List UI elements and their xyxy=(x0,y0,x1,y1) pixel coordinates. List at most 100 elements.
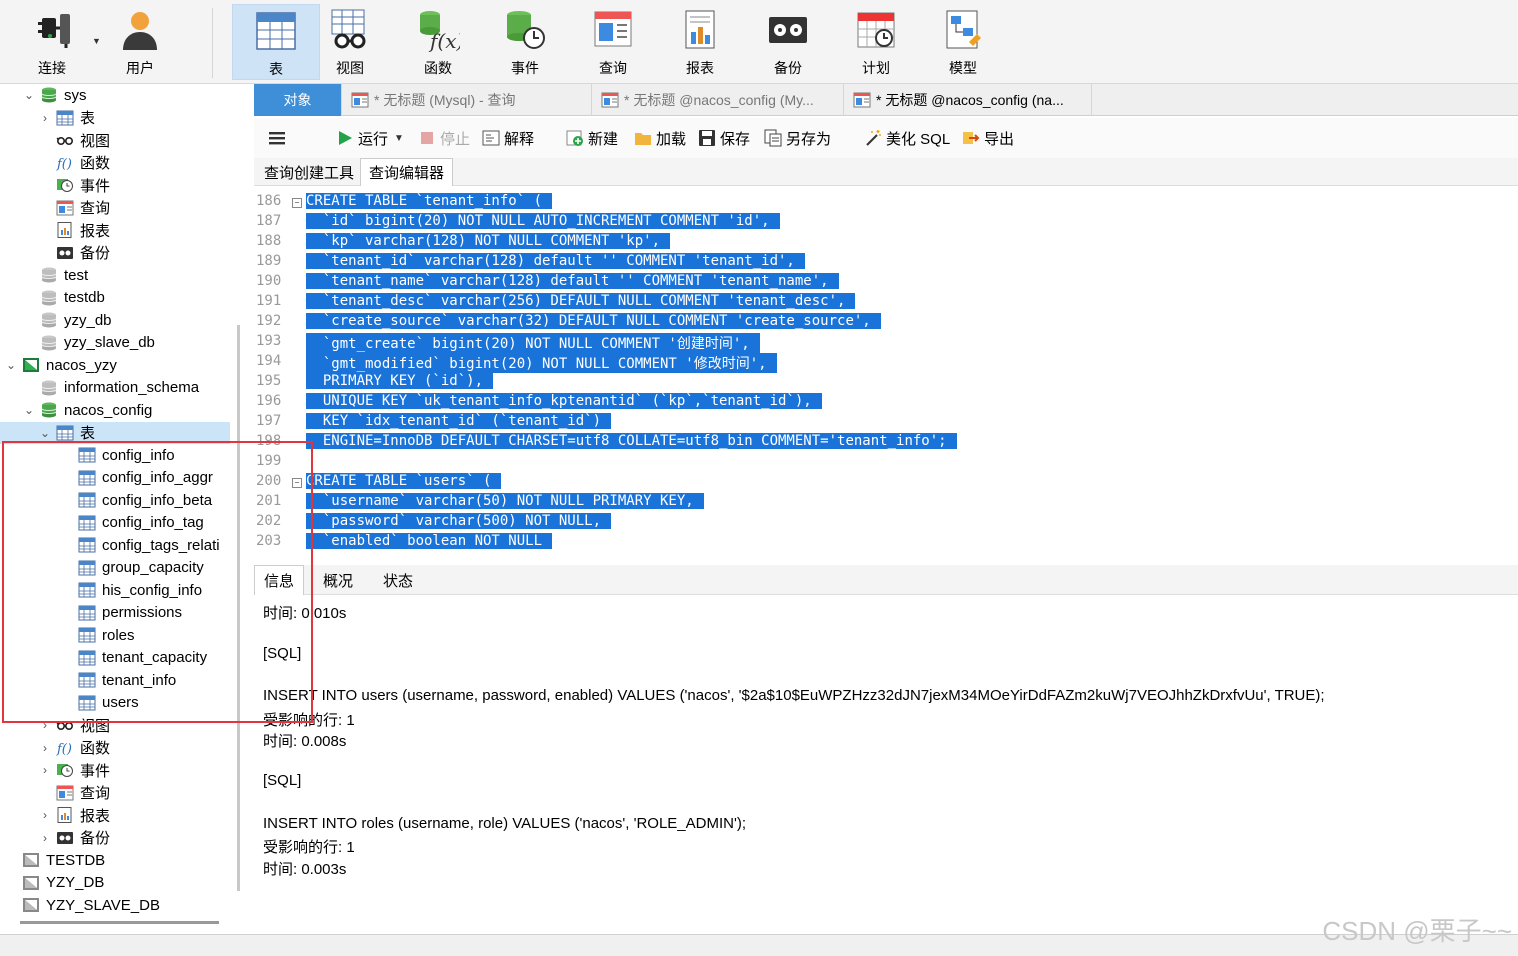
stop-button[interactable]: 停止 xyxy=(418,126,470,150)
code-line[interactable]: 198 ENGINE=InnoDB DEFAULT CHARSET=utf8 C… xyxy=(254,433,1518,453)
chevron-down-icon[interactable]: ⌄ xyxy=(22,88,36,102)
sql-editor[interactable]: 186− CREATE TABLE `tenant_info` (187 `id`… xyxy=(254,190,1518,562)
tree-node[interactable]: › 表 xyxy=(0,107,230,129)
tree-node[interactable]: yzy_db xyxy=(0,309,230,331)
tree-node[interactable]: 备份 xyxy=(0,242,230,264)
tree-node[interactable]: ⌄ sys xyxy=(0,84,230,106)
tree-node[interactable]: TESTDB xyxy=(0,849,230,871)
toolbar-button-0[interactable]: 连接 xyxy=(22,4,82,80)
chevron-down-icon[interactable]: ▼ xyxy=(92,36,101,46)
code-line[interactable]: 197 KEY `idx_tenant_id` (`tenant_id`) xyxy=(254,413,1518,433)
chevron-right-icon[interactable]: › xyxy=(38,808,52,822)
tree-node[interactable]: YZY_DB xyxy=(0,872,230,894)
tree-node[interactable]: 查询 xyxy=(0,197,230,219)
explain-button[interactable]: 解释 xyxy=(482,126,534,150)
code-line[interactable]: 199 xyxy=(254,453,1518,473)
tree-node[interactable]: testdb xyxy=(0,287,230,309)
tree-node[interactable]: config_info_tag xyxy=(0,512,230,534)
tree-node[interactable]: › 备份 xyxy=(0,827,230,849)
tree-node[interactable]: roles xyxy=(0,624,230,646)
tab-status[interactable]: 状态 xyxy=(374,565,422,595)
code-line[interactable]: 186− CREATE TABLE `tenant_info` ( xyxy=(254,193,1518,213)
code-line[interactable]: 187 `id` bigint(20) NOT NULL AUTO_INCREM… xyxy=(254,213,1518,233)
fold-toggle-icon[interactable]: − xyxy=(292,478,302,488)
menu-button[interactable] xyxy=(268,126,290,150)
beautify-sql-button[interactable]: 美化 SQL xyxy=(864,126,950,150)
toolbar-button-9[interactable]: 计划 xyxy=(846,4,906,80)
export-button[interactable]: 导出 xyxy=(962,126,1014,150)
tree-node[interactable]: information_schema xyxy=(0,377,230,399)
tree-node[interactable]: › 视图 xyxy=(0,714,230,736)
chevron-down-icon[interactable]: ⌄ xyxy=(38,426,52,440)
run-button[interactable]: 运行 ▼ xyxy=(336,126,404,150)
toolbar-button-10[interactable]: 模型 xyxy=(933,4,993,80)
code-line[interactable]: 203 `enabled` boolean NOT NULL xyxy=(254,533,1518,553)
chevron-right-icon[interactable]: › xyxy=(38,111,52,125)
tree-node[interactable]: 报表 xyxy=(0,219,230,241)
code-line[interactable]: 191 `tenant_desc` varchar(256) DEFAULT N… xyxy=(254,293,1518,313)
code-line[interactable]: 193 `gmt_create` bigint(20) NOT NULL COM… xyxy=(254,333,1518,353)
tree-node[interactable]: ⌄ 表 xyxy=(0,421,230,444)
tree-node[interactable]: › 报表 xyxy=(0,804,230,826)
chevron-right-icon[interactable]: › xyxy=(38,831,52,845)
chevron-right-icon[interactable]: › xyxy=(38,741,52,755)
toolbar-button-4[interactable]: f(x) 函数 xyxy=(408,4,468,80)
save-button[interactable]: 保存 xyxy=(698,126,750,150)
tree-node[interactable]: › f() 函数 xyxy=(0,737,230,759)
code-line[interactable]: 192 `create_source` varchar(32) DEFAULT … xyxy=(254,313,1518,333)
toolbar-button-6[interactable]: 查询 xyxy=(583,4,643,80)
tab-query-1[interactable]: * 无标题 @nacos_config (My... xyxy=(592,84,844,116)
sidebar-horizontal-scrollbar[interactable] xyxy=(20,921,219,924)
tree-node[interactable]: config_tags_relati xyxy=(0,534,230,556)
tree-node[interactable]: config_info xyxy=(0,444,230,466)
tree-node[interactable]: users xyxy=(0,692,230,714)
tree-node[interactable]: group_capacity xyxy=(0,557,230,579)
chevron-down-icon[interactable]: ⌄ xyxy=(4,358,18,372)
tree-node[interactable]: › 事件 xyxy=(0,759,230,781)
tab-profile[interactable]: 概况 xyxy=(314,565,362,595)
tab-info[interactable]: 信息 xyxy=(254,565,305,595)
code-line[interactable]: 201 `username` varchar(50) NOT NULL PRIM… xyxy=(254,493,1518,513)
tree-node[interactable]: ⌄ nacos_yzy xyxy=(0,354,230,376)
tree-node[interactable]: YZY_SLAVE_DB xyxy=(0,894,230,914)
tree-node[interactable]: 视图 xyxy=(0,129,230,151)
chevron-right-icon[interactable]: › xyxy=(38,718,52,732)
tree-node[interactable]: tenant_capacity xyxy=(0,647,230,669)
code-line[interactable]: 194 `gmt_modified` bigint(20) NOT NULL C… xyxy=(254,353,1518,373)
code-line[interactable]: 188 `kp` varchar(128) NOT NULL COMMENT '… xyxy=(254,233,1518,253)
toolbar-button-2[interactable]: 表 xyxy=(232,4,320,80)
tree-node[interactable]: tenant_info xyxy=(0,669,230,691)
tree-node[interactable]: 查询 xyxy=(0,782,230,804)
tree-node[interactable]: config_info_beta xyxy=(0,489,230,511)
tree-node[interactable]: yzy_slave_db xyxy=(0,332,230,354)
tree-node[interactable]: 事件 xyxy=(0,174,230,196)
tab-objects[interactable]: 对象 xyxy=(254,84,342,116)
toolbar-button-8[interactable]: 备份 xyxy=(758,4,818,80)
code-line[interactable]: 202 `password` varchar(500) NOT NULL, xyxy=(254,513,1518,533)
tab-query-editor[interactable]: 查询编辑器 xyxy=(360,158,454,186)
tree-node[interactable]: permissions xyxy=(0,602,230,624)
code-line[interactable]: 189 `tenant_id` varchar(128) default '' … xyxy=(254,253,1518,273)
tree-node[interactable]: config_info_aggr xyxy=(0,467,230,489)
chevron-down-icon[interactable]: ⌄ xyxy=(22,403,36,417)
tab-query-0[interactable]: * 无标题 (Mysql) - 查询 xyxy=(342,84,592,116)
toolbar-button-1[interactable]: 用户 xyxy=(110,4,170,80)
fold-toggle-icon[interactable]: − xyxy=(292,198,302,208)
object-tree-sidebar[interactable]: ⌄ sys › 表视图 f() 函数 事件 查询 报表 备份 test testdb yzy_db yzy… xyxy=(0,84,230,914)
tree-node[interactable]: his_config_info xyxy=(0,579,230,601)
toolbar-button-3[interactable]: 视图 xyxy=(320,4,380,80)
toolbar-button-5[interactable]: 事件 xyxy=(495,4,555,80)
tab-query-builder[interactable]: 查询创建工具 xyxy=(256,158,362,186)
code-line[interactable]: 195 PRIMARY KEY (`id`), xyxy=(254,373,1518,393)
tab-query-2[interactable]: * 无标题 @nacos_config (na... xyxy=(844,84,1092,116)
code-line[interactable]: 190 `tenant_name` varchar(128) default '… xyxy=(254,273,1518,293)
tree-node[interactable]: test xyxy=(0,264,230,286)
sidebar-vertical-scrollbar[interactable] xyxy=(237,325,240,891)
new-button[interactable]: 新建 xyxy=(566,126,618,150)
chevron-down-icon[interactable]: ▼ xyxy=(394,133,404,144)
code-line[interactable]: 196 UNIQUE KEY `uk_tenant_info_kptenanti… xyxy=(254,393,1518,413)
tree-node[interactable]: ⌄ nacos_config xyxy=(0,399,230,421)
toolbar-button-7[interactable]: 报表 xyxy=(670,4,730,80)
code-line[interactable]: 200− CREATE TABLE `users` ( xyxy=(254,473,1518,493)
tree-node[interactable]: f() 函数 xyxy=(0,152,230,174)
